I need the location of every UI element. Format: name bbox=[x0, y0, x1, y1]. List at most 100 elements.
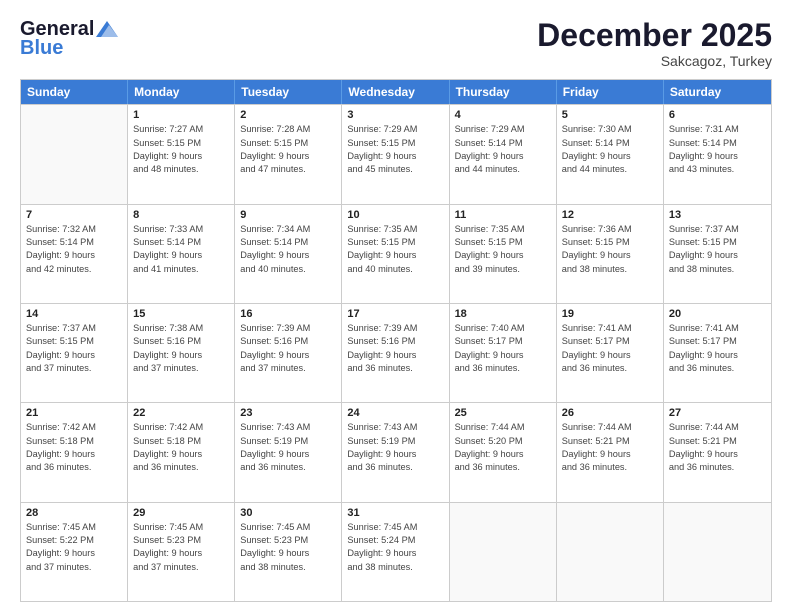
day-info: Sunrise: 7:35 AM Sunset: 5:15 PM Dayligh… bbox=[347, 223, 443, 276]
cal-cell-1: 1 Sunrise: 7:27 AM Sunset: 5:15 PM Daylig… bbox=[128, 105, 235, 203]
day-info: Sunrise: 7:44 AM Sunset: 5:20 PM Dayligh… bbox=[455, 421, 551, 474]
day-number: 6 bbox=[669, 109, 766, 121]
day-number: 1 bbox=[133, 109, 229, 121]
day-number: 23 bbox=[240, 407, 336, 419]
logo-line2: Blue bbox=[20, 37, 118, 60]
day-number: 24 bbox=[347, 407, 443, 419]
header-day-monday: Monday bbox=[128, 80, 235, 104]
day-info: Sunrise: 7:37 AM Sunset: 5:15 PM Dayligh… bbox=[669, 223, 766, 276]
day-info: Sunrise: 7:45 AM Sunset: 5:23 PM Dayligh… bbox=[133, 521, 229, 574]
day-info: Sunrise: 7:33 AM Sunset: 5:14 PM Dayligh… bbox=[133, 223, 229, 276]
cal-cell-empty-4-4 bbox=[450, 503, 557, 601]
cal-cell-14: 14 Sunrise: 7:37 AM Sunset: 5:15 PM Dayli… bbox=[21, 304, 128, 402]
cal-cell-empty-4-6 bbox=[664, 503, 771, 601]
day-number: 4 bbox=[455, 109, 551, 121]
cal-cell-27: 27 Sunrise: 7:44 AM Sunset: 5:21 PM Dayli… bbox=[664, 403, 771, 501]
day-info: Sunrise: 7:27 AM Sunset: 5:15 PM Dayligh… bbox=[133, 123, 229, 176]
day-number: 30 bbox=[240, 507, 336, 519]
day-info: Sunrise: 7:45 AM Sunset: 5:24 PM Dayligh… bbox=[347, 521, 443, 574]
day-info: Sunrise: 7:32 AM Sunset: 5:14 PM Dayligh… bbox=[26, 223, 122, 276]
day-info: Sunrise: 7:40 AM Sunset: 5:17 PM Dayligh… bbox=[455, 322, 551, 375]
day-info: Sunrise: 7:41 AM Sunset: 5:17 PM Dayligh… bbox=[562, 322, 658, 375]
calendar-row-1: 7 Sunrise: 7:32 AM Sunset: 5:14 PM Daylig… bbox=[21, 204, 771, 303]
header: General Blue December 2025 Sakcagoz, Tur… bbox=[20, 18, 772, 69]
day-info: Sunrise: 7:29 AM Sunset: 5:15 PM Dayligh… bbox=[347, 123, 443, 176]
cal-cell-16: 16 Sunrise: 7:39 AM Sunset: 5:16 PM Dayli… bbox=[235, 304, 342, 402]
header-day-friday: Friday bbox=[557, 80, 664, 104]
cal-cell-7: 7 Sunrise: 7:32 AM Sunset: 5:14 PM Daylig… bbox=[21, 205, 128, 303]
header-day-wednesday: Wednesday bbox=[342, 80, 449, 104]
header-day-saturday: Saturday bbox=[664, 80, 771, 104]
cal-cell-29: 29Sunrise: 7:45 AM Sunset: 5:23 PM Dayli… bbox=[128, 503, 235, 601]
day-number: 19 bbox=[562, 308, 658, 320]
cal-cell-15: 15 Sunrise: 7:38 AM Sunset: 5:16 PM Dayli… bbox=[128, 304, 235, 402]
day-info: Sunrise: 7:35 AM Sunset: 5:15 PM Dayligh… bbox=[455, 223, 551, 276]
day-info: Sunrise: 7:37 AM Sunset: 5:15 PM Dayligh… bbox=[26, 322, 122, 375]
header-day-thursday: Thursday bbox=[450, 80, 557, 104]
cal-cell-empty-0-0 bbox=[21, 105, 128, 203]
day-info: Sunrise: 7:28 AM Sunset: 5:15 PM Dayligh… bbox=[240, 123, 336, 176]
day-number: 21 bbox=[26, 407, 122, 419]
day-info: Sunrise: 7:42 AM Sunset: 5:18 PM Dayligh… bbox=[26, 421, 122, 474]
day-number: 3 bbox=[347, 109, 443, 121]
day-info: Sunrise: 7:31 AM Sunset: 5:14 PM Dayligh… bbox=[669, 123, 766, 176]
day-info: Sunrise: 7:39 AM Sunset: 5:16 PM Dayligh… bbox=[347, 322, 443, 375]
cal-cell-4: 4Sunrise: 7:29 AM Sunset: 5:14 PM Daylig… bbox=[450, 105, 557, 203]
calendar-header: SundayMondayTuesdayWednesdayThursdayFrid… bbox=[21, 80, 771, 104]
day-number: 2 bbox=[240, 109, 336, 121]
calendar-row-0: 1 Sunrise: 7:27 AM Sunset: 5:15 PM Daylig… bbox=[21, 104, 771, 203]
cal-cell-5: 5 Sunrise: 7:30 AM Sunset: 5:14 PM Daylig… bbox=[557, 105, 664, 203]
cal-cell-24: 24 Sunrise: 7:43 AM Sunset: 5:19 PM Dayli… bbox=[342, 403, 449, 501]
day-number: 7 bbox=[26, 209, 122, 221]
logo-name: General Blue bbox=[20, 18, 118, 60]
day-info: Sunrise: 7:34 AM Sunset: 5:14 PM Dayligh… bbox=[240, 223, 336, 276]
day-info: Sunrise: 7:45 AM Sunset: 5:22 PM Dayligh… bbox=[26, 521, 122, 574]
day-info: Sunrise: 7:44 AM Sunset: 5:21 PM Dayligh… bbox=[669, 421, 766, 474]
day-number: 9 bbox=[240, 209, 336, 221]
cal-cell-13: 13 Sunrise: 7:37 AM Sunset: 5:15 PM Dayli… bbox=[664, 205, 771, 303]
day-number: 13 bbox=[669, 209, 766, 221]
day-number: 18 bbox=[455, 308, 551, 320]
day-info: Sunrise: 7:36 AM Sunset: 5:15 PM Dayligh… bbox=[562, 223, 658, 276]
day-number: 5 bbox=[562, 109, 658, 121]
day-number: 12 bbox=[562, 209, 658, 221]
cal-cell-9: 9 Sunrise: 7:34 AM Sunset: 5:14 PM Daylig… bbox=[235, 205, 342, 303]
cal-cell-18: 18 Sunrise: 7:40 AM Sunset: 5:17 PM Dayli… bbox=[450, 304, 557, 402]
day-info: Sunrise: 7:41 AM Sunset: 5:17 PM Dayligh… bbox=[669, 322, 766, 375]
day-number: 15 bbox=[133, 308, 229, 320]
day-info: Sunrise: 7:39 AM Sunset: 5:16 PM Dayligh… bbox=[240, 322, 336, 375]
day-info: Sunrise: 7:43 AM Sunset: 5:19 PM Dayligh… bbox=[347, 421, 443, 474]
cal-cell-11: 11 Sunrise: 7:35 AM Sunset: 5:15 PM Dayli… bbox=[450, 205, 557, 303]
logo: General Blue bbox=[20, 18, 118, 60]
day-number: 11 bbox=[455, 209, 551, 221]
logo-triangle-icon bbox=[96, 19, 118, 39]
day-info: Sunrise: 7:45 AM Sunset: 5:23 PM Dayligh… bbox=[240, 521, 336, 574]
cal-cell-20: 20Sunrise: 7:41 AM Sunset: 5:17 PM Dayli… bbox=[664, 304, 771, 402]
day-number: 22 bbox=[133, 407, 229, 419]
day-info: Sunrise: 7:42 AM Sunset: 5:18 PM Dayligh… bbox=[133, 421, 229, 474]
page: General Blue December 2025 Sakcagoz, Tur… bbox=[0, 0, 792, 612]
day-number: 14 bbox=[26, 308, 122, 320]
cal-cell-21: 21 Sunrise: 7:42 AM Sunset: 5:18 PM Dayli… bbox=[21, 403, 128, 501]
calendar-row-3: 21 Sunrise: 7:42 AM Sunset: 5:18 PM Dayli… bbox=[21, 402, 771, 501]
day-info: Sunrise: 7:38 AM Sunset: 5:16 PM Dayligh… bbox=[133, 322, 229, 375]
calendar-body: 1 Sunrise: 7:27 AM Sunset: 5:15 PM Daylig… bbox=[21, 104, 771, 601]
cal-cell-6: 6 Sunrise: 7:31 AM Sunset: 5:14 PM Daylig… bbox=[664, 105, 771, 203]
day-number: 16 bbox=[240, 308, 336, 320]
cal-cell-empty-4-5 bbox=[557, 503, 664, 601]
title-block: December 2025 Sakcagoz, Turkey bbox=[537, 18, 772, 69]
cal-cell-3: 3 Sunrise: 7:29 AM Sunset: 5:15 PM Daylig… bbox=[342, 105, 449, 203]
cal-cell-28: 28Sunrise: 7:45 AM Sunset: 5:22 PM Dayli… bbox=[21, 503, 128, 601]
day-info: Sunrise: 7:30 AM Sunset: 5:14 PM Dayligh… bbox=[562, 123, 658, 176]
day-info: Sunrise: 7:44 AM Sunset: 5:21 PM Dayligh… bbox=[562, 421, 658, 474]
cal-cell-26: 26 Sunrise: 7:44 AM Sunset: 5:21 PM Dayli… bbox=[557, 403, 664, 501]
day-number: 8 bbox=[133, 209, 229, 221]
header-day-tuesday: Tuesday bbox=[235, 80, 342, 104]
cal-cell-22: 22 Sunrise: 7:42 AM Sunset: 5:18 PM Dayli… bbox=[128, 403, 235, 501]
calendar-row-4: 28Sunrise: 7:45 AM Sunset: 5:22 PM Dayli… bbox=[21, 502, 771, 601]
cal-cell-2: 2 Sunrise: 7:28 AM Sunset: 5:15 PM Daylig… bbox=[235, 105, 342, 203]
cal-cell-8: 8 Sunrise: 7:33 AM Sunset: 5:14 PM Daylig… bbox=[128, 205, 235, 303]
cal-cell-25: 25Sunrise: 7:44 AM Sunset: 5:20 PM Dayli… bbox=[450, 403, 557, 501]
day-number: 27 bbox=[669, 407, 766, 419]
day-number: 26 bbox=[562, 407, 658, 419]
